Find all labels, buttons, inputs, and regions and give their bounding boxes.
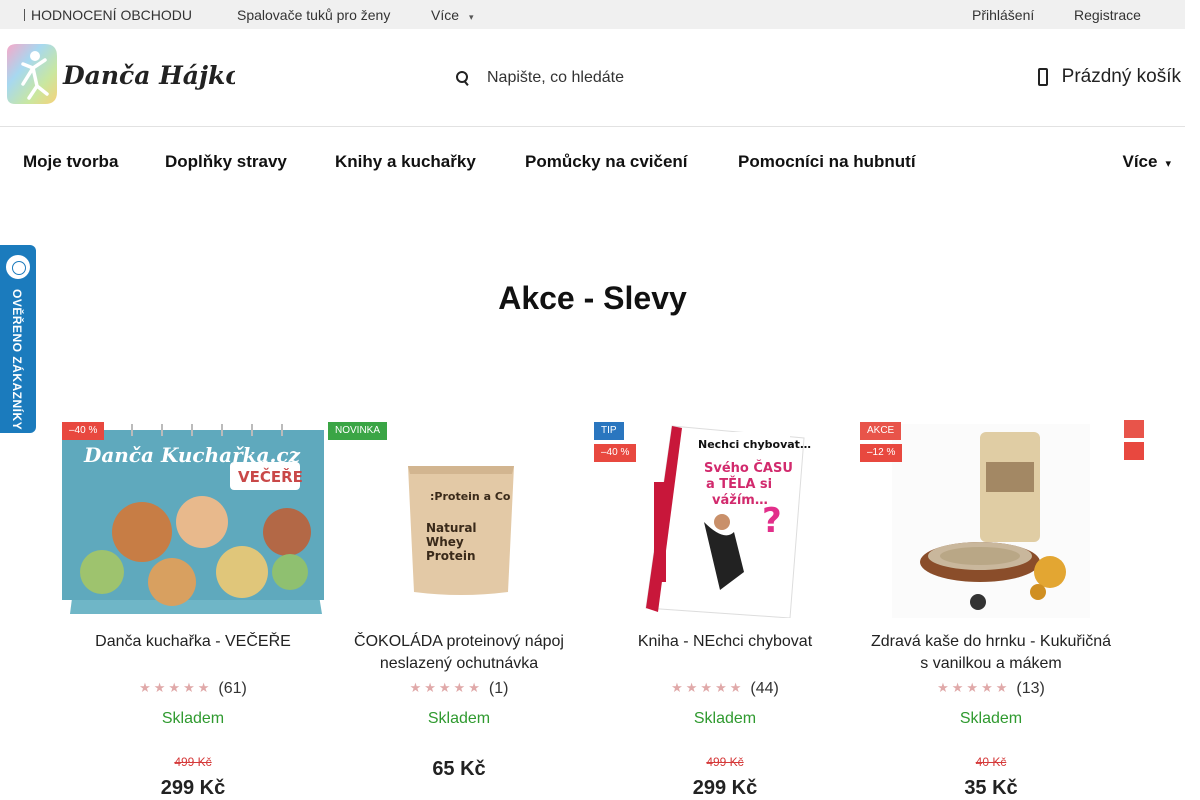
- product-name[interactable]: ČOKOLÁDA proteinový nápoj neslazený ochu…: [336, 631, 582, 675]
- verified-by-customers-badge[interactable]: OVĚŘENO ZÁKAZNÍKY: [0, 245, 36, 433]
- topbar-link-fat-burners[interactable]: Spalovače tuků pro ženy: [237, 7, 390, 23]
- product-flags: NOVINKA: [328, 422, 388, 440]
- rating-count: (44): [750, 680, 779, 697]
- search-icon[interactable]: [455, 69, 469, 87]
- calendar-cookbook-image: Danča Kuchařka.cz VEČEŘE: [62, 424, 324, 614]
- product-card[interactable]: Danča Kuchařka.cz VEČEŘE –40 % Danča kuc…: [60, 420, 326, 800]
- topbar-more-menu[interactable]: Více ▾: [431, 7, 474, 23]
- product-rating: ★★★★★ (1): [326, 680, 592, 698]
- nav-item-pomocnici[interactable]: Pomocníci na hubnutí: [738, 152, 916, 172]
- register-link[interactable]: Registrace: [1074, 7, 1141, 23]
- stock-status: Skladem: [693, 710, 757, 727]
- nav-item-doplnky-stravy[interactable]: Doplňky stravy: [165, 152, 287, 172]
- svg-text:Protein: Protein: [426, 549, 476, 563]
- product-list: Danča Kuchařka.cz VEČEŘE –40 % Danča kuc…: [60, 420, 1200, 800]
- logo-text: Danča Hájková: [62, 61, 235, 90]
- product-name[interactable]: Zdravá kaše do hrnku - Kukuřičná s vanil…: [868, 631, 1114, 675]
- logo[interactable]: Danča Hájková: [5, 44, 235, 106]
- search-bar: [455, 65, 747, 91]
- top-bar: HODNOCENÍ OBCHODU Spalovače tuků pro žen…: [0, 0, 1185, 29]
- header: Danča Hájková Prázdný košík: [0, 29, 1185, 127]
- product-card-partial[interactable]: [1124, 420, 1200, 800]
- tip-flag: TIP: [594, 422, 624, 440]
- nav-item-pomucky[interactable]: Pomůcky na cvičení: [525, 152, 688, 172]
- product-image[interactable]: Danča Kuchařka.cz VEČEŘE –40 %: [62, 422, 324, 618]
- svg-text:Svého ČASU: Svého ČASU: [704, 460, 793, 476]
- star-icon: [24, 9, 28, 21]
- product-rating: ★★★★★ (61): [60, 680, 326, 698]
- product-flags: TIP –40 %: [594, 422, 637, 462]
- product-image[interactable]: :Protein a Co Natural Whey Protein NOVIN…: [328, 422, 590, 618]
- svg-text:vážím…: vážím…: [712, 493, 768, 508]
- cart-icon: [1037, 68, 1048, 86]
- rating-count: (1): [488, 680, 509, 697]
- price: 65 Kč: [432, 758, 486, 780]
- svg-text:VEČEŘE: VEČEŘE: [238, 467, 303, 486]
- product-rating: ★★★★★ (44): [592, 680, 858, 698]
- product-card[interactable]: AKCE –12 % Zdravá kaše do hrnku - Kukuři…: [858, 420, 1124, 800]
- rating-stars-icon: ★★★★★: [409, 680, 483, 695]
- old-price: 40 Kč: [975, 755, 1007, 769]
- svg-text:Natural: Natural: [426, 521, 477, 535]
- product-card[interactable]: Nechci chybovat… Svého ČASU a TĚLA si vá…: [592, 420, 858, 800]
- page-title: Akce - Slevy: [498, 280, 687, 316]
- rating-stars-icon: ★★★★★: [937, 680, 1011, 695]
- discount-flag: –12 %: [860, 444, 903, 462]
- protein-sachet-image: :Protein a Co Natural Whey Protein: [408, 466, 514, 595]
- discount-flag: [1124, 442, 1144, 460]
- product-image[interactable]: Nechci chybovat… Svého ČASU a TĚLA si vá…: [594, 422, 856, 619]
- search-input[interactable]: [487, 69, 747, 87]
- product-flags: [1124, 420, 1144, 460]
- cart-label: Prázdný košík: [1061, 66, 1181, 87]
- product-name[interactable]: Kniha - NEchci chybovat: [602, 631, 848, 653]
- nav-more-label: Více: [1122, 152, 1158, 171]
- old-price: 499 Kč: [174, 755, 212, 769]
- topbar-more-label: Více: [431, 7, 460, 23]
- login-link[interactable]: Přihlášení: [972, 7, 1034, 23]
- svg-text:a TĚLA si: a TĚLA si: [706, 476, 772, 492]
- chevron-down-icon: ▾: [469, 12, 474, 22]
- rating-stars-icon: ★★★★★: [139, 680, 213, 695]
- svg-text:Whey: Whey: [426, 535, 464, 549]
- chevron-down-icon: ▾: [1165, 158, 1171, 170]
- product-flags: AKCE –12 %: [860, 422, 903, 462]
- stock-status: Skladem: [959, 710, 1023, 727]
- discount-flag: –40 %: [594, 444, 637, 462]
- price: 299 Kč: [160, 777, 226, 799]
- svg-text::Protein a Co: :Protein a Co: [430, 490, 511, 503]
- cart-button[interactable]: Prázdný košík: [1037, 66, 1181, 88]
- nav-item-moje-tvorba[interactable]: Moje tvorba: [23, 152, 118, 172]
- seal-icon: [6, 255, 30, 279]
- store-rating-link[interactable]: HODNOCENÍ OBCHODU: [24, 7, 192, 23]
- action-flag: AKCE: [860, 422, 902, 440]
- rating-stars-icon: ★★★★★: [671, 680, 745, 695]
- rating-count: (13): [1016, 680, 1045, 697]
- stock-status: Skladem: [427, 710, 491, 727]
- product-name[interactable]: Danča kuchařka - VEČEŘE: [70, 631, 316, 653]
- old-price: 499 Kč: [706, 755, 744, 769]
- svg-text:?: ?: [762, 501, 782, 541]
- store-rating-label: HODNOCENÍ OBCHODU: [31, 7, 193, 23]
- price: 299 Kč: [692, 777, 758, 799]
- stock-status: Skladem: [161, 710, 225, 727]
- price: 35 Kč: [964, 777, 1018, 799]
- main-nav: Moje tvorba Doplňky stravy Knihy a kucha…: [0, 127, 1185, 195]
- nav-item-knihy[interactable]: Knihy a kuchařky: [335, 152, 476, 172]
- product-card[interactable]: :Protein a Co Natural Whey Protein NOVIN…: [326, 420, 592, 800]
- action-flag: [1124, 420, 1144, 438]
- rating-count: (61): [218, 680, 247, 697]
- svg-text:Nechci chybovat…: Nechci chybovat…: [698, 438, 811, 451]
- nav-more-menu[interactable]: Více ▾: [1122, 152, 1171, 172]
- discount-flag: –40 %: [62, 422, 105, 440]
- product-image[interactable]: AKCE –12 %: [860, 422, 1122, 618]
- product-flags: –40 %: [62, 422, 105, 440]
- product-rating: ★★★★★ (13): [858, 680, 1124, 698]
- new-flag: NOVINKA: [328, 422, 388, 440]
